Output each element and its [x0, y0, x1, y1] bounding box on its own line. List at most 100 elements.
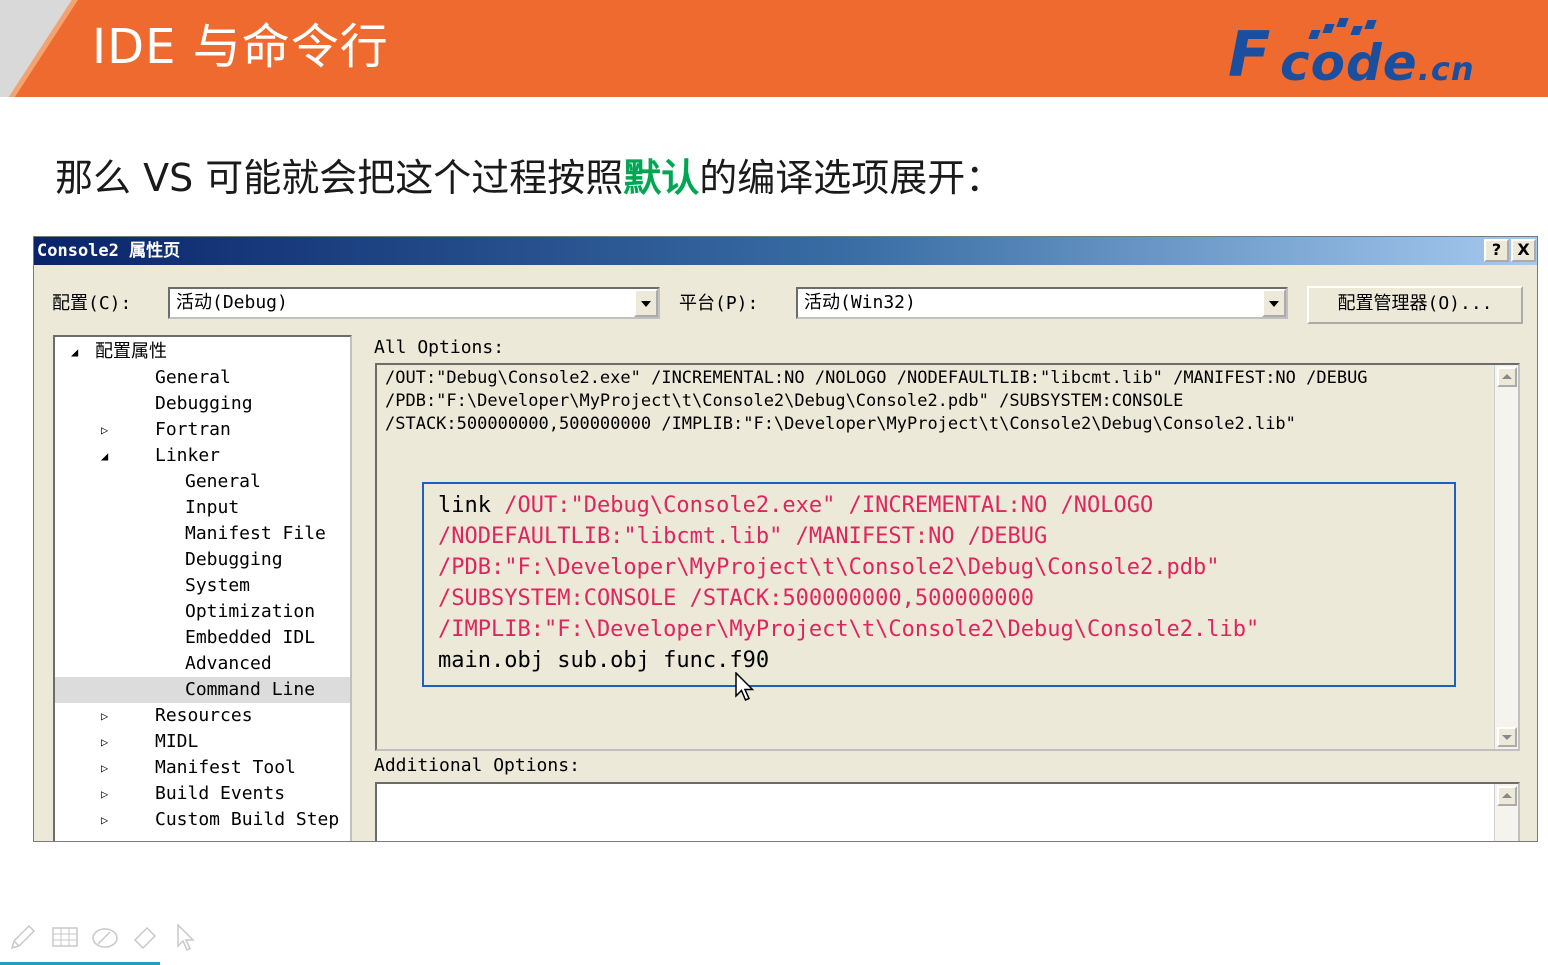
tree-node-label: Debugging [155, 393, 253, 414]
config-manager-button[interactable]: 配置管理器(O)... [1307, 286, 1523, 324]
tree-node[interactable]: Advanced [55, 651, 350, 677]
tree-node[interactable]: Command Line [55, 677, 350, 703]
grid-icon[interactable] [50, 922, 80, 952]
help-button[interactable]: ? [1484, 239, 1509, 262]
collapsed-triangle-icon[interactable]: ▷ [101, 703, 108, 729]
tree-node[interactable]: ◢ 配置属性 [55, 339, 350, 365]
all-options-line: /PDB:"F:\Developer\MyProject\t\Console2\… [385, 391, 1184, 411]
tree-node-label: Fortran [155, 419, 231, 440]
additional-options-label: Additional Options: [374, 755, 580, 776]
all-options-scrollbar[interactable] [1494, 365, 1518, 749]
tree-node-label: Custom Build Step [155, 809, 340, 830]
tree-node-label: Command Line [185, 679, 316, 700]
chevron-down-icon[interactable] [1262, 289, 1286, 317]
platform-value: 活动(Win32) [804, 292, 916, 313]
platform-dropdown[interactable]: 活动(Win32) [796, 287, 1288, 319]
tree-node-label: Embedded IDL [185, 627, 316, 648]
tree-node-label: General [185, 471, 261, 492]
tree-node[interactable]: ▷ Build Events [55, 781, 350, 807]
slide-subtitle: 那么 VS 可能就会把这个过程按照默认的编译选项展开： [55, 151, 1003, 205]
collapsed-triangle-icon[interactable]: ▷ [101, 417, 108, 443]
tree-node[interactable]: Manifest File [55, 521, 350, 547]
property-tree[interactable]: ◢ 配置属性 General Debugging ▷ Fortran ◢ Linker Gene… [53, 335, 352, 841]
collapsed-triangle-icon[interactable]: ▷ [101, 807, 108, 833]
link-keyword: link [438, 493, 491, 518]
tree-node[interactable]: General [55, 365, 350, 391]
chevron-down-icon[interactable] [634, 289, 658, 317]
all-options-text: /OUT:"Debug\Console2.exe" /INCREMENTAL:N… [385, 367, 1368, 436]
tree-node[interactable]: Debugging [55, 391, 350, 417]
subtitle-post: 的编译选项展开： [699, 156, 1004, 200]
tree-node-label: Input [185, 497, 240, 518]
link-command-callout: link /OUT:"Debug\Console2.exe" /INCREMEN… [422, 482, 1456, 687]
slide-header: IDE 与命令行 F code.cn [0, 0, 1548, 97]
tree-node[interactable]: Embedded IDL [55, 625, 350, 651]
config-label: 配置(C): [52, 293, 132, 314]
tree-node[interactable]: ▷ Manifest Tool [55, 755, 350, 781]
collapsed-triangle-icon[interactable]: ▷ [101, 729, 108, 755]
command-line-5: /IMPLIB:"F:\Developer\MyProject\t\Consol… [438, 617, 1260, 642]
all-options-textbox[interactable]: /OUT:"Debug\Console2.exe" /INCREMENTAL:N… [375, 363, 1520, 751]
tree-node-label: Build Events [155, 783, 286, 804]
tree-node-label: 配置属性 [95, 341, 167, 362]
pointer-icon[interactable] [172, 922, 202, 952]
scroll-up-icon[interactable] [1497, 786, 1517, 806]
dialog-title: Console2 属性页 [37, 241, 181, 261]
tree-node-label: Optimization [185, 601, 316, 622]
eraser-ellipse-icon[interactable] [90, 922, 120, 952]
mouse-cursor-icon [735, 672, 755, 701]
scroll-up-icon[interactable] [1497, 367, 1517, 387]
collapsed-triangle-icon[interactable]: ▷ [101, 755, 108, 781]
tree-node-label: Resources [155, 705, 253, 726]
all-options-line: /OUT:"Debug\Console2.exe" /INCREMENTAL:N… [385, 368, 1368, 388]
tree-node[interactable]: General [55, 469, 350, 495]
additional-options-scrollbar[interactable] [1494, 784, 1518, 841]
tree-node-label: Manifest File [185, 523, 326, 544]
subtitle-pre: 那么 VS 可能就会把这个过程按照 [55, 156, 624, 200]
tree-node-label: MIDL [155, 731, 199, 752]
eraser-icon[interactable] [130, 922, 160, 952]
tree-node-label: Debugging [185, 549, 283, 570]
pen-icon[interactable] [8, 922, 38, 952]
tree-node[interactable]: Debugging [55, 547, 350, 573]
command-args: /OUT:"Debug\Console2.exe" /INCREMENTAL:N… [490, 493, 1154, 518]
expanded-triangle-icon[interactable]: ◢ [71, 339, 78, 365]
command-line-2: /NODEFAULTLIB:"libcmt.lib" /MANIFEST:NO … [438, 524, 1048, 549]
expanded-triangle-icon[interactable]: ◢ [101, 443, 108, 469]
collapsed-triangle-icon[interactable]: ▷ [101, 781, 108, 807]
scroll-down-icon[interactable] [1497, 727, 1517, 747]
logo-code: code [1280, 34, 1418, 92]
additional-options-textbox[interactable] [375, 782, 1520, 841]
all-options-label: All Options: [374, 337, 505, 358]
logo-wordmark: code.cn [1280, 38, 1475, 94]
tree-node[interactable]: ◢ Linker [55, 443, 350, 469]
dialog-titlebar[interactable]: Console2 属性页 ? X [34, 237, 1537, 265]
tree-node[interactable]: ▷ Resources [55, 703, 350, 729]
tree-node[interactable]: Optimization [55, 599, 350, 625]
header-corner-decoration [0, 0, 98, 97]
config-dropdown[interactable]: 活动(Debug) [168, 287, 660, 319]
slide-title: IDE 与命令行 [92, 19, 389, 75]
tree-node[interactable]: ▷ MIDL [55, 729, 350, 755]
tree-node[interactable]: System [55, 573, 350, 599]
logo-tld: .cn [1417, 50, 1475, 88]
platform-label: 平台(P): [679, 293, 759, 314]
command-line-4: /SUBSYSTEM:CONSOLE /STACK:500000000,5000… [438, 586, 1035, 611]
logo-letter-f: F [1228, 18, 1271, 91]
command-line-3: /PDB:"F:\Developer\MyProject\t\Console2\… [438, 555, 1220, 580]
fcode-logo: F code.cn [1228, 14, 1540, 91]
all-options-line: /STACK:500000000,500000000 /IMPLIB:"F:\D… [385, 414, 1296, 434]
close-button[interactable]: X [1511, 239, 1536, 262]
tree-node[interactable]: ▷ Fortran [55, 417, 350, 443]
tree-node-label: Advanced [185, 653, 272, 674]
command-line-1: link /OUT:"Debug\Console2.exe" /INCREMEN… [438, 490, 1153, 521]
property-pages-dialog: Console2 属性页 ? X 配置(C): 活动(Debug) 平台(P):… [33, 236, 1538, 842]
tree-node-label: Linker [155, 445, 221, 466]
tree-node[interactable]: Input [55, 495, 350, 521]
subtitle-highlight: 默认 [623, 156, 700, 200]
tree-node-label: System [185, 575, 251, 596]
tree-node-label: General [155, 367, 231, 388]
config-value: 活动(Debug) [176, 292, 288, 313]
tree-node[interactable]: ▷ Custom Build Step [55, 807, 350, 833]
tree-node-label: Manifest Tool [155, 757, 296, 778]
